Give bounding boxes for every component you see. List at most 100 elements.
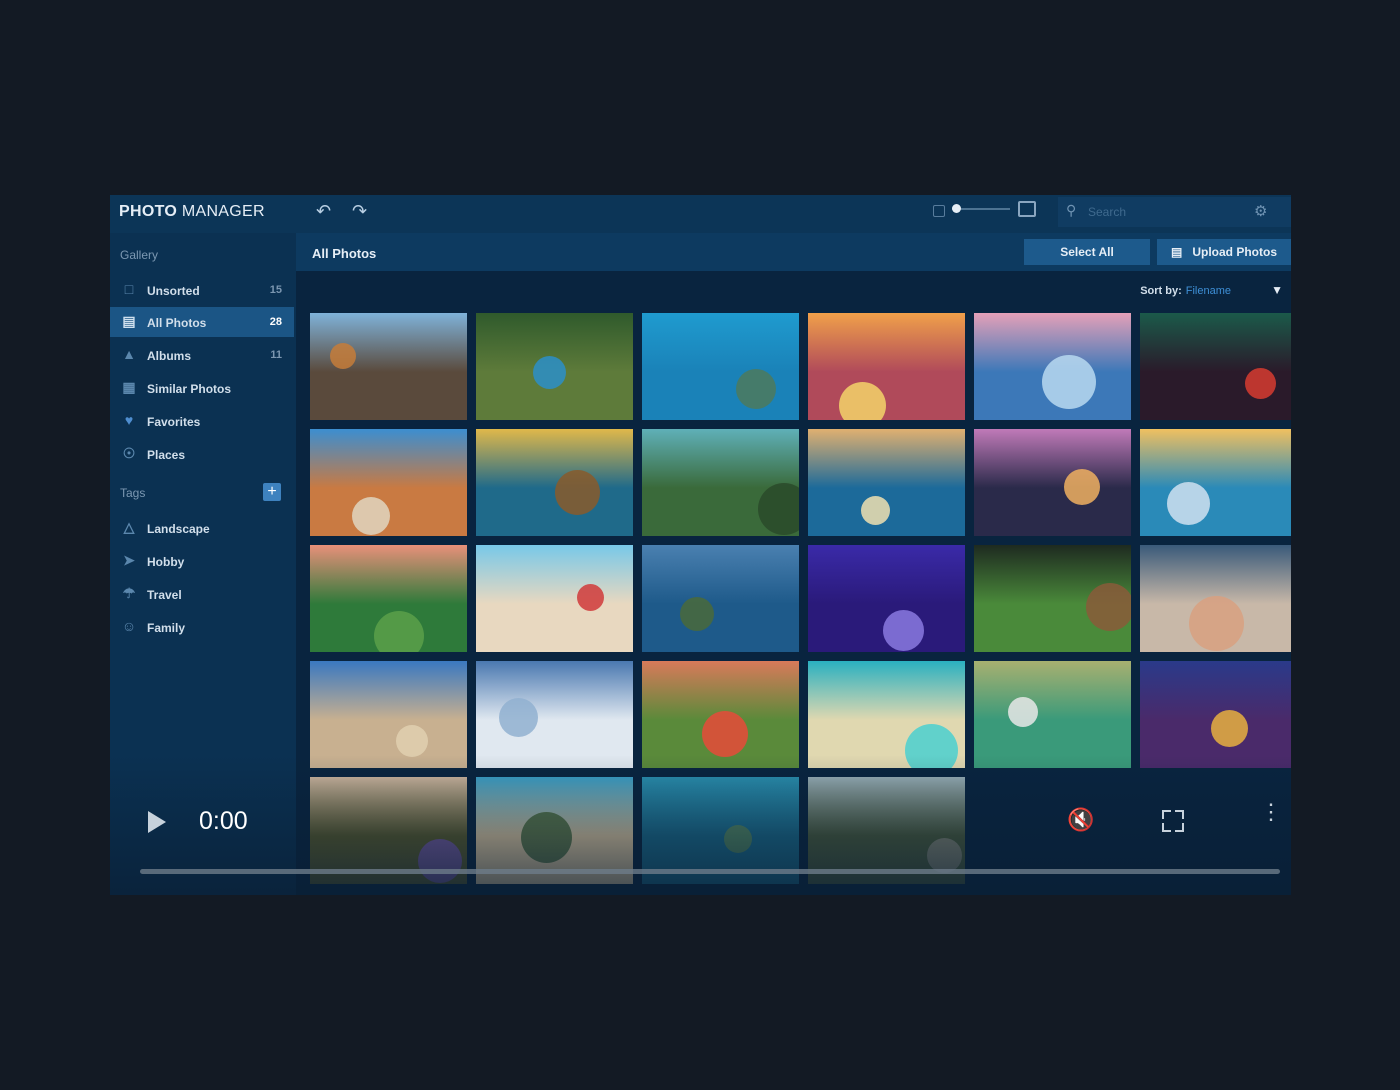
thumbnail-subject (883, 610, 924, 651)
playback-time: 0:00 (199, 807, 248, 835)
sidebar-item-all-photos[interactable]: ▤ All Photos 28 (110, 307, 294, 337)
thumbnail-sky (808, 661, 965, 720)
heart-icon: ♥ (124, 412, 134, 428)
zoom-slider-handle[interactable] (952, 204, 961, 213)
search-icon: ⚲ (1066, 202, 1077, 218)
photo-thumbnail[interactable] (974, 313, 1131, 420)
thumbnail-subject (555, 470, 600, 515)
photo-thumbnail[interactable] (310, 661, 467, 768)
photo-thumbnail[interactable] (476, 545, 633, 652)
add-tag-button[interactable]: + (263, 483, 281, 501)
photo-thumbnail[interactable] (974, 661, 1131, 768)
item-count: 15 (269, 284, 282, 296)
photo-thumbnail[interactable] (642, 313, 799, 420)
thumbnail-sky (1140, 429, 1291, 488)
sort-control[interactable]: Sort by: Filename (1140, 285, 1231, 297)
photo-thumbnail[interactable] (310, 429, 467, 536)
more-options-icon[interactable]: ⋮ (1260, 801, 1282, 823)
photo-thumbnail[interactable] (476, 429, 633, 536)
thumbnail-subject (1211, 710, 1248, 747)
thumbnail-sky (310, 545, 467, 604)
video-progress-bar[interactable] (140, 869, 1280, 874)
thumbnail-sky (642, 313, 799, 372)
small-thumbnail-icon[interactable] (933, 205, 945, 217)
large-thumbnail-icon[interactable] (1018, 201, 1036, 217)
thumbnail-sky (808, 429, 965, 488)
photo-thumbnail[interactable] (476, 313, 633, 420)
sidebar-item-favorites[interactable]: ♥ Favorites (110, 406, 294, 436)
thumbnail-subject (702, 711, 748, 757)
fullscreen-icon[interactable] (1162, 810, 1184, 832)
sidebar-item-places[interactable]: ☉ Places (110, 439, 294, 469)
thumbnail-subject (1167, 482, 1210, 525)
photos-icon: ▤ (122, 313, 136, 329)
photo-thumbnail[interactable] (1140, 545, 1291, 652)
photo-thumbnail[interactable] (808, 429, 965, 536)
photo-thumbnail[interactable] (808, 661, 965, 768)
pin-icon: ☉ (122, 445, 136, 461)
thumbnail-sky (476, 545, 633, 604)
settings-gear-icon[interactable]: ⚙ (1254, 202, 1267, 220)
video-controls-overlay (110, 755, 1291, 895)
thumbnail-sky (974, 429, 1131, 488)
thumbnail-subject (736, 369, 776, 409)
travel-icon: ☂ (122, 585, 136, 601)
redo-icon[interactable]: ↷ (352, 201, 367, 222)
photo-thumbnail[interactable] (310, 545, 467, 652)
photo-thumbnail[interactable] (1140, 313, 1291, 420)
photo-thumbnail[interactable] (642, 661, 799, 768)
photo-thumbnail[interactable] (1140, 661, 1291, 768)
photo-thumbnail[interactable] (642, 429, 799, 536)
thumbnail-sky (476, 429, 633, 488)
photo-thumbnail[interactable] (974, 545, 1131, 652)
photo-thumbnail[interactable] (808, 313, 965, 420)
content-header: All Photos Select All ▤ Upload Photos (296, 233, 1291, 271)
photo-thumbnail[interactable] (476, 661, 633, 768)
upload-icon: ▤ (1170, 245, 1183, 259)
thumbnail-subject (1064, 469, 1100, 505)
thumbnail-ground (642, 603, 799, 652)
sidebar-item-unsorted[interactable]: □ Unsorted 15 (110, 275, 294, 305)
sidebar-item-albums[interactable]: ▲ Albums 11 (110, 340, 294, 370)
thumbnail-ground (808, 371, 965, 420)
select-all-button[interactable]: Select All (1024, 239, 1150, 265)
sidebar-tag-family[interactable]: ☺ Family (110, 612, 294, 642)
item-count: 28 (269, 316, 282, 328)
photo-thumbnail[interactable] (974, 429, 1131, 536)
family-icon: ☺ (121, 618, 137, 634)
thumbnail-subject (352, 497, 390, 535)
sidebar-item-similar-photos[interactable]: ▦ Similar Photos (110, 373, 294, 403)
sidebar-tag-hobby[interactable]: ➤ Hobby (110, 546, 294, 576)
thumbnail-subject (861, 496, 890, 525)
tags-section-label: Tags (120, 486, 146, 500)
similar-icon: ▦ (122, 379, 136, 395)
search-input[interactable] (1086, 202, 1250, 222)
thumbnail-sky (310, 429, 467, 488)
thumbnail-subject (1086, 583, 1131, 631)
photo-thumbnail[interactable] (310, 313, 467, 420)
thumbnail-sky (808, 545, 965, 604)
photo-thumbnail[interactable] (1140, 429, 1291, 536)
thumbnail-subject (1189, 596, 1244, 651)
plane-icon: ➤ (123, 552, 135, 568)
item-count: 11 (270, 349, 282, 361)
thumbnail-sky (642, 545, 799, 604)
thumbnail-sky (310, 661, 467, 720)
thumbnail-subject (330, 343, 356, 369)
photo-thumbnail[interactable] (642, 545, 799, 652)
mute-icon[interactable]: 🔇 (1067, 807, 1094, 833)
thumbnail-subject (499, 698, 538, 737)
thumbnail-sky (642, 429, 799, 488)
photo-thumbnail[interactable] (808, 545, 965, 652)
thumbnail-subject (533, 356, 566, 389)
sort-dropdown-icon[interactable]: ▼ (1271, 283, 1283, 297)
sidebar-tag-landscape[interactable]: △ Landscape (110, 513, 294, 543)
top-toolbar: PHOTO MANAGER ↶ ↷ ⚲ ⚙ (110, 195, 1291, 233)
page-title: All Photos (312, 246, 377, 261)
sidebar-tag-travel[interactable]: ☂ Travel (110, 579, 294, 609)
gallery-section-label: Gallery (120, 248, 159, 262)
play-icon[interactable] (148, 811, 166, 833)
undo-icon[interactable]: ↶ (316, 201, 331, 222)
upload-photos-button[interactable]: ▤ Upload Photos (1157, 239, 1291, 265)
thumbnail-sky (974, 661, 1131, 720)
